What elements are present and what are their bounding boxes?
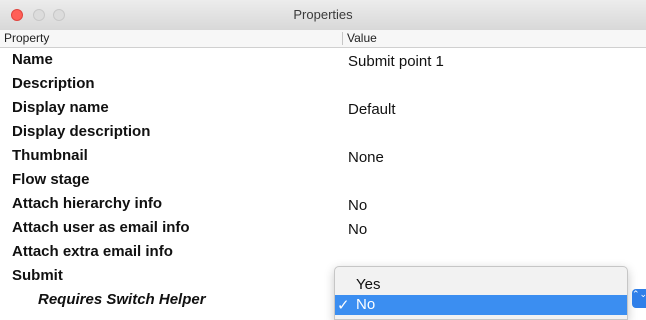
property-name: Display description (12, 123, 151, 140)
property-name: Flow stage (12, 171, 90, 188)
property-name: Attach hierarchy info (12, 195, 163, 212)
checkmark-icon: ✓ (337, 297, 350, 314)
property-name: Name (12, 51, 53, 68)
property-value[interactable]: No (348, 197, 367, 214)
property-row-flow-stage[interactable]: Flow stage (0, 169, 646, 193)
property-name: Thumbnail (12, 147, 88, 164)
property-value[interactable]: Submit point 1 (348, 53, 444, 70)
property-value[interactable]: Default (348, 101, 396, 118)
window-titlebar[interactable]: Properties (0, 0, 646, 31)
property-name: Attach user as email info (12, 219, 190, 236)
column-separator[interactable] (342, 32, 343, 45)
property-row-display-description[interactable]: Display description (0, 121, 646, 145)
window-title: Properties (293, 7, 353, 22)
property-name: Submit (12, 267, 63, 284)
property-value[interactable]: No (348, 221, 367, 238)
property-row-attach-extra-email-info[interactable]: Attach extra email info (0, 241, 646, 265)
property-value[interactable]: None (348, 149, 384, 166)
chevron-up-down-icon: ⌃⌄ (632, 289, 646, 299)
property-row-attach-user-as-email-info[interactable]: Attach user as email info No (0, 217, 646, 241)
property-name: Attach extra email info (12, 243, 173, 260)
property-row-thumbnail[interactable]: Thumbnail None (0, 145, 646, 169)
value-dropdown-menu[interactable]: Yes ✓ No (334, 266, 628, 320)
property-row-description[interactable]: Description (0, 73, 646, 97)
column-header: Property Value (0, 30, 646, 48)
property-name: Description (12, 75, 95, 92)
column-header-value[interactable]: Value (347, 31, 377, 45)
property-row-attach-hierarchy-info[interactable]: Attach hierarchy info No (0, 193, 646, 217)
dropdown-option-label: No (356, 296, 376, 313)
property-row-display-name[interactable]: Display name Default (0, 97, 646, 121)
column-header-property[interactable]: Property (4, 31, 49, 45)
property-name: Requires Switch Helper (38, 291, 206, 308)
popup-stepper-icon[interactable]: ⌃⌄ (632, 289, 646, 308)
dropdown-option-label: Yes (356, 276, 381, 293)
dropdown-option-no[interactable]: ✓ No (335, 295, 627, 315)
property-name: Display name (12, 99, 109, 116)
property-row-name[interactable]: Name Submit point 1 (0, 49, 646, 73)
dropdown-option-yes[interactable]: Yes (335, 275, 627, 295)
